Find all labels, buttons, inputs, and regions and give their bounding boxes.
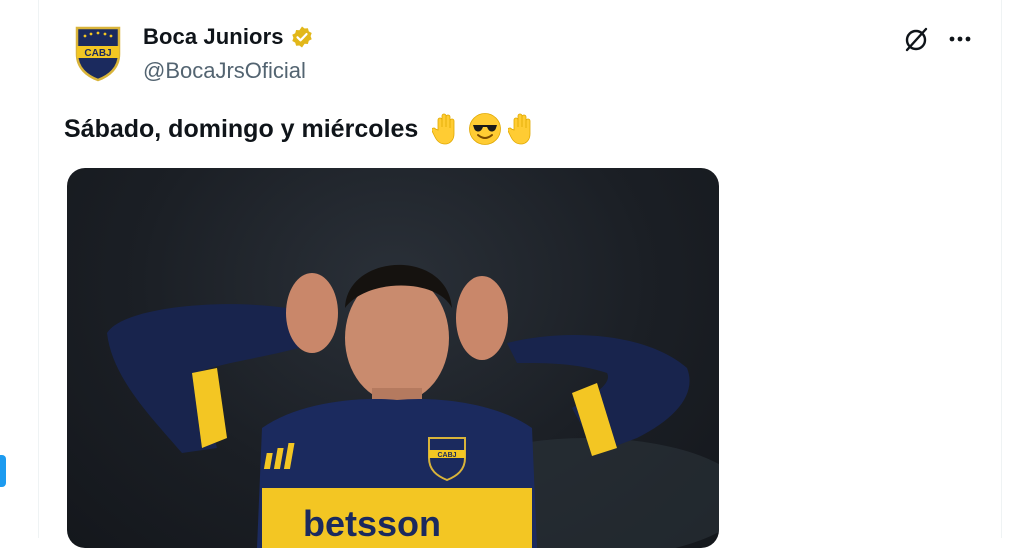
avatar-crest-text: CABJ bbox=[84, 48, 111, 59]
more-icon[interactable] bbox=[945, 24, 975, 54]
grok-icon[interactable] bbox=[901, 24, 931, 54]
boca-crest-icon: CABJ bbox=[75, 26, 121, 82]
tweet-media-photo[interactable]: CABJ betsson bbox=[67, 168, 719, 548]
author-name-row: Boca Juniors bbox=[143, 24, 314, 50]
author-display-name[interactable]: Boca Juniors bbox=[143, 24, 284, 50]
tweet-text: Sábado, domingo y miércoles bbox=[64, 112, 538, 146]
tweet-body: Sábado, domingo y miércoles bbox=[64, 114, 419, 143]
jersey-crest-text: CABJ bbox=[437, 452, 456, 459]
player-photo: CABJ betsson bbox=[107, 264, 719, 548]
avatar[interactable]: CABJ bbox=[73, 24, 123, 82]
raised-hand-emoji-icon bbox=[508, 113, 531, 145]
verified-badge-icon bbox=[291, 26, 312, 48]
sidebar-edge-indicator bbox=[0, 455, 6, 487]
sunglasses-face-emoji-icon bbox=[469, 113, 502, 145]
author-handle[interactable]: @BocaJrsOficial bbox=[143, 58, 306, 84]
emoji-group bbox=[432, 112, 538, 146]
raised-hand-emoji-icon bbox=[432, 113, 455, 145]
tweet-card[interactable]: CABJ Boca Juniors @BocaJrsOficial Sábado… bbox=[38, 0, 1002, 548]
